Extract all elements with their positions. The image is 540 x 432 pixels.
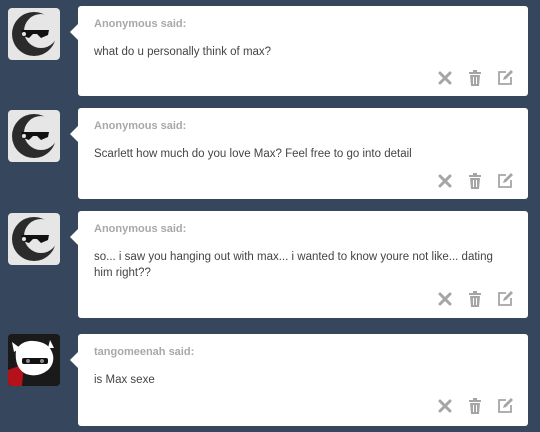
trash-icon[interactable] <box>466 397 484 415</box>
anonymous-avatar[interactable] <box>8 213 60 265</box>
trash-icon[interactable] <box>466 290 484 308</box>
ask-actions <box>436 397 514 415</box>
trash-icon[interactable] <box>466 172 484 190</box>
asker-name[interactable]: tangomeenah said: <box>94 346 194 358</box>
user-avatar[interactable] <box>8 334 60 386</box>
asker-name[interactable]: Anonymous said: <box>94 120 186 132</box>
edit-icon[interactable] <box>496 69 514 87</box>
asker-name[interactable]: Anonymous said: <box>94 18 186 30</box>
ask-actions <box>436 290 514 308</box>
edit-icon[interactable] <box>496 172 514 190</box>
close-icon[interactable] <box>436 397 454 415</box>
edit-icon[interactable] <box>496 397 514 415</box>
edit-icon[interactable] <box>496 290 514 308</box>
anonymous-avatar[interactable] <box>8 8 60 60</box>
ask-card: tangomeenah said: is Max sexe <box>70 334 528 426</box>
anonymous-avatar[interactable] <box>8 110 60 162</box>
close-icon[interactable] <box>436 69 454 87</box>
close-icon[interactable] <box>436 290 454 308</box>
question-text: what do u personally think of max? <box>94 46 272 58</box>
question-text: is Max sexe <box>94 374 155 386</box>
ask-actions <box>436 69 514 87</box>
trash-icon[interactable] <box>466 69 484 87</box>
question-text: so... i saw you hanging out with max... … <box>94 251 493 279</box>
ask-card: Anonymous said: Scarlett how much do you… <box>70 108 528 199</box>
ask-actions <box>436 172 514 190</box>
ask-card: Anonymous said: so... i saw you hanging … <box>70 211 528 318</box>
question-text: Scarlett how much do you love Max? Feel … <box>94 148 412 160</box>
asker-name[interactable]: Anonymous said: <box>94 223 186 235</box>
ask-card: Anonymous said: what do u personally thi… <box>70 6 528 96</box>
close-icon[interactable] <box>436 172 454 190</box>
